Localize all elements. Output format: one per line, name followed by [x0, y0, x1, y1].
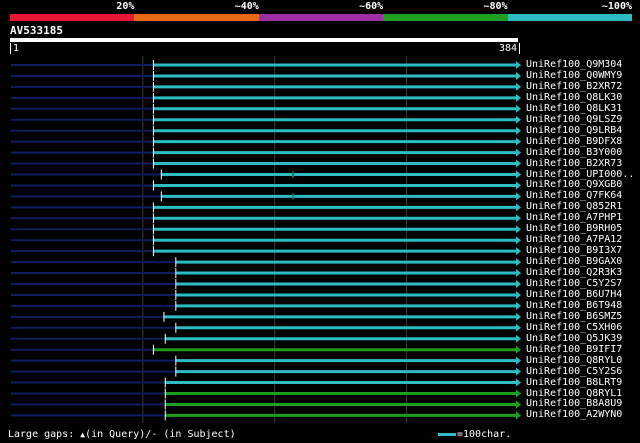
- hit-label[interactable]: UniRef100_Q9LRB4: [526, 125, 622, 136]
- hit-end-arrow-icon: [516, 225, 521, 234]
- hit-end-arrow-icon: [516, 247, 521, 256]
- hit-label[interactable]: UniRef100_B2XR72: [526, 81, 622, 92]
- hit-end-arrow-icon: [516, 323, 521, 332]
- hit-label[interactable]: UniRef100_C5Y2S6: [526, 366, 622, 377]
- hit-label[interactable]: UniRef100_B8LRT9: [526, 377, 622, 388]
- hit-end-arrow-icon: [516, 378, 521, 387]
- hit-end-arrow-icon: [516, 61, 521, 69]
- hit-label[interactable]: UniRef100_A7PA12: [526, 234, 622, 245]
- hit-label[interactable]: UniRef100_Q852R1: [526, 201, 622, 212]
- hit-label[interactable]: UniRef100_B9IFI7: [526, 344, 622, 355]
- hit-label[interactable]: UniRef100_C5Y2S7: [526, 278, 622, 289]
- hit-end-arrow-icon: [516, 104, 521, 113]
- hit-label[interactable]: UniRef100_Q7FK64: [526, 190, 622, 201]
- hit-end-arrow-icon: [516, 400, 521, 409]
- hit-label[interactable]: UniRef100_Q8RYL0: [526, 355, 622, 366]
- hit-label[interactable]: UniRef100_B6U7H4: [526, 289, 622, 300]
- hit-end-arrow-icon: [516, 290, 521, 299]
- hit-label[interactable]: UniRef100_B9GAX0: [526, 256, 622, 267]
- hit-label[interactable]: UniRef100_Q2R3K3: [526, 267, 622, 278]
- hit-label[interactable]: UniRef100_Q9LSZ9: [526, 114, 622, 125]
- gaps-subject-text: (in Subject): [157, 429, 236, 440]
- hit-end-arrow-icon: [516, 71, 521, 80]
- hit-label[interactable]: UniRef100_B6T948: [526, 300, 622, 311]
- hit-end-arrow-icon: [516, 301, 521, 310]
- hit-end-arrow-icon: [516, 82, 521, 91]
- hit-label[interactable]: UniRef100_B6SMZ5: [526, 311, 622, 322]
- hit-end-arrow-icon: [516, 148, 521, 157]
- hit-label[interactable]: UniRef100_B9DFX8: [526, 136, 622, 147]
- hit-label[interactable]: UniRef100_Q9M304: [526, 59, 622, 70]
- hit-label[interactable]: UniRef100_B2XR73: [526, 158, 622, 169]
- hit-label[interactable]: UniRef100_A7PHP1: [526, 212, 622, 223]
- hit-end-arrow-icon: [516, 170, 521, 179]
- scale-legend: =100char.: [438, 429, 511, 440]
- hit-end-arrow-icon: [516, 115, 521, 124]
- hit-label[interactable]: UniRef100_Q8RYL1: [526, 388, 622, 399]
- hit-label[interactable]: UniRef100_C5XH06: [526, 322, 622, 333]
- hit-end-arrow-icon: [516, 411, 521, 420]
- hit-label[interactable]: UniRef100_Q5JK39: [526, 333, 622, 344]
- hit-label[interactable]: UniRef100_B8A8U9: [526, 398, 622, 409]
- hit-end-arrow-icon: [516, 269, 521, 278]
- hit-label[interactable]: UniRef100_B9I3X7: [526, 245, 622, 256]
- gaps-text: Large gaps:: [8, 429, 81, 440]
- hit-label[interactable]: UniRef100_Q8LK30: [526, 92, 622, 103]
- hit-end-arrow-icon: [516, 367, 521, 376]
- hit-end-arrow-icon: [516, 137, 521, 146]
- hit-end-arrow-icon: [516, 236, 521, 245]
- hit-end-arrow-icon: [516, 356, 521, 365]
- hit-end-arrow-icon: [516, 93, 521, 102]
- hit-end-arrow-icon: [516, 203, 521, 212]
- hit-label[interactable]: UniRef100_Q9XGB0: [526, 179, 622, 190]
- hit-end-arrow-icon: [516, 214, 521, 223]
- hit-end-arrow-icon: [516, 280, 521, 288]
- hit-end-arrow-icon: [516, 192, 521, 201]
- hit-end-arrow-icon: [516, 159, 521, 168]
- hit-end-arrow-icon: [516, 126, 521, 135]
- gaps-query-text: (in Query)/: [85, 429, 152, 440]
- hit-label[interactable]: UniRef100_A2WYN0: [526, 409, 622, 420]
- hit-label[interactable]: UniRef100_Q8LK31: [526, 103, 622, 114]
- hit-end-arrow-icon: [516, 389, 521, 398]
- scale-text: =100char.: [457, 429, 512, 440]
- hit-label[interactable]: UniRef100_Q0WMY9: [526, 70, 622, 81]
- hit-end-arrow-icon: [516, 258, 521, 267]
- hit-label[interactable]: UniRef100_B3Y000: [526, 147, 622, 158]
- hit-end-arrow-icon: [516, 181, 521, 190]
- hit-end-arrow-icon: [516, 345, 521, 354]
- hit-label[interactable]: UniRef100_B9RH05: [526, 223, 622, 234]
- hit-end-arrow-icon: [516, 312, 521, 321]
- hit-end-arrow-icon: [516, 334, 521, 343]
- hit-label[interactable]: UniRef100_UPI000..: [526, 169, 634, 180]
- scale-swatch: [438, 432, 456, 436]
- gaps-legend: Large gaps: ▲(in Query)/- (in Subject): [8, 429, 236, 440]
